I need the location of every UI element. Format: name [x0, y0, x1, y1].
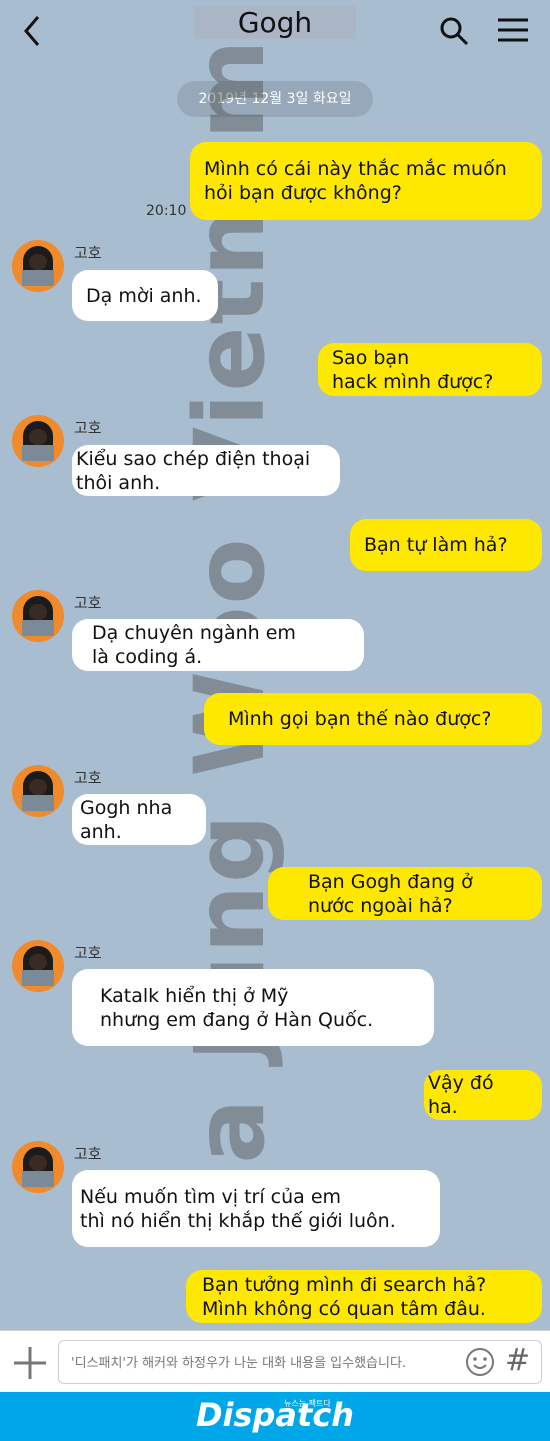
- search-icon[interactable]: [438, 15, 470, 47]
- sender-name: 고호: [74, 419, 102, 437]
- their-message[interactable]: Nếu muốn tìm vị trí của em thì nó hiển t…: [72, 1170, 440, 1247]
- message-input[interactable]: [69, 1341, 463, 1385]
- avatar[interactable]: [12, 1141, 64, 1193]
- brand-logo: Dispatch: [195, 1396, 355, 1434]
- sender-name: 고호: [74, 594, 102, 612]
- plus-icon[interactable]: [12, 1345, 48, 1381]
- sender-name: 고호: [74, 769, 102, 787]
- hashtag-icon[interactable]: #: [505, 1343, 530, 1378]
- their-message[interactable]: Gogh nha anh.: [72, 794, 206, 845]
- hamburger-menu-icon[interactable]: [496, 16, 530, 44]
- avatar[interactable]: [12, 940, 64, 992]
- avatar[interactable]: [12, 415, 64, 467]
- footer-banner: Dispatch 뉴스는 팩트다: [0, 1392, 550, 1441]
- my-message[interactable]: Bạn Gogh đang ở nước ngoài hả?: [268, 867, 542, 920]
- avatar[interactable]: [12, 765, 64, 817]
- my-message[interactable]: Bạn tưởng mình đi search hả? Mình không …: [186, 1270, 542, 1323]
- brand-tagline: 뉴스는 팩트다: [284, 1399, 331, 1408]
- my-message[interactable]: Mình gọi bạn thế nào được?: [204, 693, 542, 745]
- my-message[interactable]: Bạn tự làm hả?: [350, 519, 542, 571]
- their-message[interactable]: Kiểu sao chép điện thoại thôi anh.: [72, 445, 340, 496]
- their-message[interactable]: Dạ chuyên ngành em là coding á.: [72, 619, 364, 671]
- my-message[interactable]: Vậy đó ha.: [424, 1070, 542, 1120]
- message-time: 20:10: [146, 203, 187, 219]
- message-field: #: [58, 1340, 542, 1385]
- their-message[interactable]: Dạ mời anh.: [72, 270, 218, 321]
- message-input-bar: #: [0, 1330, 550, 1393]
- sender-name: 고호: [74, 944, 102, 962]
- sender-name: 고호: [74, 244, 102, 262]
- my-message[interactable]: Mình có cái này thắc mắc muốn hỏi bạn đư…: [190, 142, 542, 220]
- sender-name: 고호: [74, 1145, 102, 1163]
- emoji-icon[interactable]: [465, 1347, 495, 1377]
- watermark: Ha Jung Woo Vietnam: [174, 37, 286, 1246]
- avatar[interactable]: [12, 240, 64, 292]
- my-message[interactable]: Sao bạn hack mình được?: [318, 343, 542, 396]
- their-message[interactable]: Katalk hiển thị ở Mỹ nhưng em đang ở Hàn…: [72, 969, 434, 1046]
- avatar[interactable]: [12, 590, 64, 642]
